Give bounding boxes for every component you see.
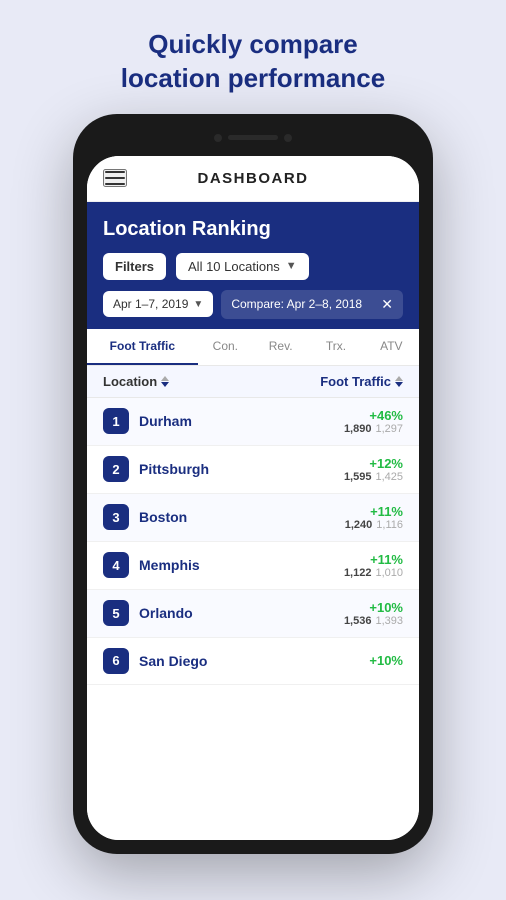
- tab-atv[interactable]: ATV: [364, 329, 419, 365]
- pct-change: +11%: [344, 552, 403, 567]
- val-compare: 1,297: [375, 423, 403, 435]
- compare-date-picker[interactable]: Compare: Apr 2–8, 2018 ✕: [221, 290, 403, 319]
- table-row: 6 San Diego +10%: [87, 638, 419, 685]
- table-row: 4 Memphis +11% 1,122 1,010: [87, 542, 419, 590]
- row-right: +10% 1,536 1,393: [344, 600, 403, 627]
- pct-change: +10%: [369, 653, 403, 668]
- headline: Quickly compare location performance: [81, 0, 425, 114]
- pct-change: +12%: [344, 456, 403, 471]
- pct-change: +46%: [344, 408, 403, 423]
- values-row: 1,240 1,116: [345, 519, 403, 531]
- values-row: 1,122 1,010: [344, 567, 403, 579]
- tab-rev[interactable]: Rev.: [253, 329, 308, 365]
- location-name[interactable]: San Diego: [139, 653, 207, 669]
- rank-badge: 3: [103, 504, 129, 530]
- menu-button[interactable]: [103, 169, 127, 187]
- pct-change: +11%: [345, 504, 403, 519]
- sort-up-icon-metric: [395, 376, 403, 381]
- row-right: +46% 1,890 1,297: [344, 408, 403, 435]
- date-range-picker[interactable]: Apr 1–7, 2019 ▼: [103, 291, 213, 317]
- page-wrapper: Quickly compare location performance DAS…: [0, 0, 506, 900]
- row-right: +11% 1,122 1,010: [344, 552, 403, 579]
- tab-foot-traffic[interactable]: Foot Traffic: [87, 329, 198, 365]
- table-container: Location Foot Traffic: [87, 366, 419, 840]
- headline-line1: Quickly compare: [148, 29, 358, 59]
- sort-down-icon: [161, 382, 169, 387]
- column-location-header: Location: [103, 374, 169, 389]
- column-metric-header: Foot Traffic: [320, 374, 403, 389]
- hamburger-line-1: [105, 171, 125, 173]
- location-name[interactable]: Memphis: [139, 557, 200, 573]
- values-row: 1,595 1,425: [344, 471, 403, 483]
- tabs-row: Foot Traffic Con. Rev. Trx. ATV: [87, 329, 419, 366]
- camera-dot-left: [214, 134, 222, 142]
- filters-button[interactable]: Filters: [103, 253, 166, 280]
- table-row: 2 Pittsburgh +12% 1,595 1,425: [87, 446, 419, 494]
- phone-cameras: [214, 134, 292, 142]
- close-icon[interactable]: ✕: [381, 296, 393, 313]
- rank-badge: 6: [103, 648, 129, 674]
- rank-badge: 2: [103, 456, 129, 482]
- tab-con[interactable]: Con.: [198, 329, 253, 365]
- phone-speaker: [228, 135, 278, 140]
- tab-trx[interactable]: Trx.: [308, 329, 363, 365]
- val-current: 1,240: [345, 519, 373, 531]
- row-right: +10%: [369, 653, 403, 668]
- row-left: 1 Durham: [103, 408, 192, 434]
- row-left: 2 Pittsburgh: [103, 456, 209, 482]
- val-current: 1,890: [344, 423, 372, 435]
- row-right: +12% 1,595 1,425: [344, 456, 403, 483]
- rank-badge: 4: [103, 552, 129, 578]
- phone-notch: [87, 128, 419, 156]
- row-left: 5 Orlando: [103, 600, 193, 626]
- compare-range-label: Compare: Apr 2–8, 2018: [231, 297, 362, 311]
- val-current: 1,595: [344, 471, 372, 483]
- table-row: 5 Orlando +10% 1,536 1,393: [87, 590, 419, 638]
- ranking-title: Location Ranking: [103, 218, 403, 241]
- ranking-header: Location Ranking Filters All 10 Location…: [87, 202, 419, 329]
- sort-icon-metric: [395, 376, 403, 387]
- locations-dropdown[interactable]: All 10 Locations ▼: [176, 253, 309, 280]
- table-row: 1 Durham +46% 1,890 1,297: [87, 398, 419, 446]
- location-name[interactable]: Boston: [139, 509, 187, 525]
- row-right: +11% 1,240 1,116: [345, 504, 403, 531]
- app-title: DASHBOARD: [198, 170, 309, 187]
- sort-icon-location: [161, 376, 169, 387]
- table-header: Location Foot Traffic: [87, 366, 419, 398]
- phone-screen: DASHBOARD Location Ranking Filters All 1…: [87, 156, 419, 840]
- val-compare: 1,116: [376, 519, 403, 531]
- location-name[interactable]: Pittsburgh: [139, 461, 209, 477]
- headline-line2: location performance: [121, 63, 385, 93]
- val-current: 1,536: [344, 615, 372, 627]
- table-row: 3 Boston +11% 1,240 1,116: [87, 494, 419, 542]
- hamburger-line-3: [105, 183, 125, 185]
- locations-label: All 10 Locations: [188, 259, 280, 274]
- date-range-label: Apr 1–7, 2019: [113, 297, 188, 311]
- rank-badge: 5: [103, 600, 129, 626]
- app-bar: DASHBOARD: [87, 156, 419, 202]
- val-current: 1,122: [344, 567, 372, 579]
- rank-badge: 1: [103, 408, 129, 434]
- camera-dot-right: [284, 134, 292, 142]
- values-row: 1,536 1,393: [344, 615, 403, 627]
- values-row: 1,890 1,297: [344, 423, 403, 435]
- chevron-down-icon: ▼: [286, 260, 297, 272]
- row-left: 6 San Diego: [103, 648, 207, 674]
- date-row: Apr 1–7, 2019 ▼ Compare: Apr 2–8, 2018 ✕: [103, 290, 403, 319]
- sort-down-icon-metric: [395, 382, 403, 387]
- pct-change: +10%: [344, 600, 403, 615]
- location-name[interactable]: Orlando: [139, 605, 193, 621]
- chevron-down-icon-date: ▼: [193, 299, 203, 310]
- row-left: 3 Boston: [103, 504, 187, 530]
- location-name[interactable]: Durham: [139, 413, 192, 429]
- row-left: 4 Memphis: [103, 552, 200, 578]
- val-compare: 1,393: [375, 615, 403, 627]
- filter-row: Filters All 10 Locations ▼: [103, 253, 403, 280]
- hamburger-line-2: [105, 177, 125, 179]
- val-compare: 1,010: [375, 567, 403, 579]
- phone-shell: DASHBOARD Location Ranking Filters All 1…: [73, 114, 433, 854]
- val-compare: 1,425: [375, 471, 403, 483]
- sort-up-icon: [161, 376, 169, 381]
